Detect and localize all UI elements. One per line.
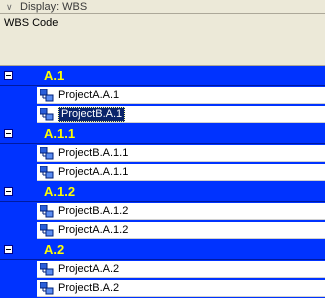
collapse-toggle-icon[interactable]: [4, 245, 13, 254]
group-row[interactable]: A.1.2: [0, 182, 325, 202]
collapse-toggle-icon[interactable]: [4, 71, 13, 80]
tree-item-cell[interactable]: ProjectB.A.1.1: [37, 145, 325, 162]
tree-item-cell[interactable]: ProjectA.A.1.1: [37, 164, 325, 181]
tree-item-cell[interactable]: ProjectA.A.1.2: [37, 222, 325, 239]
tree-item-row[interactable]: ProjectB.A.1.2: [0, 202, 325, 221]
collapse-toggle-icon[interactable]: [4, 129, 13, 138]
tree-item-row[interactable]: ProjectB.A.1.1: [0, 144, 325, 163]
column-header-label: WBS Code: [4, 17, 59, 29]
tree-item-label: ProjectA.A.1.1: [58, 166, 129, 178]
tree-item-label: ProjectB.A.1.2: [58, 205, 129, 217]
group-row[interactable]: A.1: [0, 66, 325, 86]
group-title: A.1: [44, 68, 65, 83]
tree-item-row-selected[interactable]: ProjectB.A.1: [0, 105, 325, 124]
tree-item-row[interactable]: ProjectB.A.2: [0, 279, 325, 298]
tree-item-row[interactable]: ProjectA.A.1.2: [0, 221, 325, 240]
tree-item-label: ProjectB.A.1: [58, 106, 126, 122]
display-label: Display: WBS: [20, 0, 88, 13]
tree-item-label: ProjectA.A.1.2: [58, 224, 129, 236]
project-icon: [40, 165, 54, 178]
display-selector[interactable]: ∨ Display: WBS: [0, 0, 325, 14]
tree-item-cell[interactable]: ProjectB.A.2: [37, 280, 325, 297]
tree-item-label: ProjectA.A.1: [58, 89, 120, 101]
project-icon: [40, 281, 54, 294]
group-title: A.1.1: [44, 126, 76, 141]
group-title: A.2: [44, 242, 65, 257]
collapse-toggle-icon[interactable]: [4, 187, 13, 196]
tree-item-row[interactable]: ProjectA.A.1.1: [0, 163, 325, 182]
tree-item-row[interactable]: ProjectA.A.1: [0, 86, 325, 105]
tree-item-cell[interactable]: ProjectB.A.1: [37, 106, 325, 123]
project-icon: [40, 223, 54, 236]
tree-item-row[interactable]: ProjectA.A.2: [0, 260, 325, 279]
tree-item-cell[interactable]: ProjectA.A.2: [37, 261, 325, 278]
tree-item-cell[interactable]: ProjectB.A.1.2: [37, 203, 325, 220]
tree-item-cell[interactable]: ProjectA.A.1: [37, 87, 325, 104]
tree-item-label: ProjectB.A.2: [58, 282, 120, 294]
project-icon: [40, 204, 54, 217]
wbs-tree: A.1 ProjectA.A.1 ProjectB.A.1 A.1.1 Proj…: [0, 66, 325, 298]
group-row[interactable]: A.2: [0, 240, 325, 260]
wbs-grid-panel: ∨ Display: WBS WBS Code A.1 ProjectA.A.1: [0, 0, 325, 301]
tree-item-label: ProjectB.A.1.1: [58, 147, 129, 159]
project-icon: [40, 262, 54, 275]
project-icon: [40, 146, 54, 159]
column-header-wbs-code[interactable]: WBS Code: [0, 14, 325, 66]
group-title: A.1.2: [44, 184, 76, 199]
tree-item-label: ProjectA.A.2: [58, 263, 120, 275]
group-row[interactable]: A.1.1: [0, 124, 325, 144]
chevron-down-icon[interactable]: ∨: [6, 2, 16, 12]
project-icon: [40, 88, 54, 101]
project-icon: [40, 107, 54, 120]
